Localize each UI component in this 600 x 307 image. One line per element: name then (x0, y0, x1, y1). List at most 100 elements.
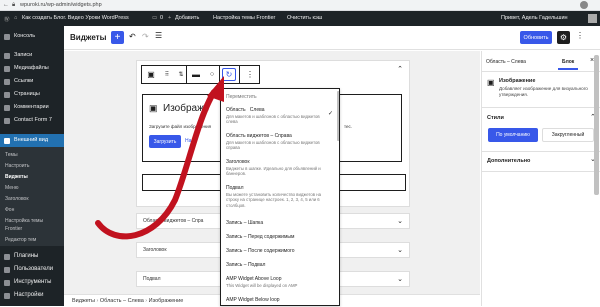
dropdown-option-amp-above[interactable]: AMP Widget Above Loop This Widget will b… (221, 276, 339, 288)
block-card-desc: Добавляет изображение для визуального ут… (499, 86, 588, 97)
block-description-tail: тес. (344, 124, 353, 129)
advanced-heading[interactable]: Дополнительно (487, 158, 530, 164)
clear-cache-link[interactable]: Очистить кэш (287, 15, 322, 21)
divider (482, 71, 600, 72)
lock-icon: 🔒︎ (12, 2, 16, 8)
link-icon (4, 79, 10, 85)
pin-icon (4, 53, 10, 59)
tab-block[interactable]: Блок (562, 59, 574, 65)
dashboard-icon (4, 34, 10, 40)
media-library-link[interactable]: На (185, 138, 191, 144)
comment-icon (4, 105, 10, 111)
move-to-area-icon[interactable]: ↻ (222, 68, 236, 81)
submenu-background[interactable]: Фон (0, 207, 64, 213)
dropdown-option-header[interactable]: Заголовок Виджеты в шапке. Идеально для … (221, 159, 339, 177)
wordpress-icon[interactable]: Ⓦ (4, 15, 10, 23)
site-name-link[interactable]: Как создать Блог. Видео Уроки WordPress (22, 15, 129, 21)
submenu-theme-settings-2[interactable]: Frontier (0, 226, 64, 232)
block-card-title: Изображение (499, 78, 536, 84)
dropdown-option-post-footer[interactable]: Запись – Подвал (221, 262, 339, 269)
brush-icon (4, 138, 10, 144)
add-new-link[interactable]: Добавить (175, 15, 199, 21)
chevron-down-icon[interactable]: ⌄ (397, 214, 403, 229)
divider (186, 66, 187, 83)
submenu-widgets[interactable]: Виджеты (0, 174, 64, 180)
divider (482, 107, 600, 108)
sidebar-item-tools[interactable]: Инструменты (0, 276, 64, 289)
user-icon (4, 267, 10, 273)
wrench-icon (4, 280, 10, 286)
divider (482, 151, 600, 152)
user-greeting[interactable]: Привет, Адель Гадельшин (501, 15, 568, 21)
submenu-menus[interactable]: Меню (0, 185, 64, 191)
list-view-icon[interactable]: ☰ (155, 31, 162, 40)
sidebar-item-comments[interactable]: Комментарии (0, 101, 64, 114)
home-icon: ⌂ (14, 15, 18, 21)
address-bar[interactable]: wpuroki.ru/wp-admin/widgets.php (20, 2, 102, 8)
page-title: Виджеты (70, 33, 107, 42)
sidebar-item-users[interactable]: Пользователи (0, 263, 64, 276)
submenu-header[interactable]: Заголовок (0, 196, 64, 202)
block-title: Изображе (163, 103, 210, 114)
upload-button[interactable]: Загрузить (149, 135, 181, 148)
settings-sidebar: Область – Слева Блок × ▣ Изображение Доб… (481, 51, 600, 306)
dropdown-option-right[interactable]: Область виджетов – Справа Для макетов и … (221, 133, 339, 151)
admin-bar: Ⓦ ⌂ Как создать Блог. Видео Уроки WordPr… (0, 11, 600, 26)
update-button[interactable]: Обновить (520, 31, 552, 44)
profile-avatar[interactable] (580, 1, 588, 9)
image-icon[interactable]: ▣ (143, 66, 159, 83)
sidebar-item-dashboard[interactable]: Консоль (0, 30, 64, 43)
circle-icon[interactable]: ○ (204, 66, 220, 83)
styles-heading[interactable]: Стили (487, 115, 504, 121)
options-icon[interactable]: ⋮ (576, 31, 584, 40)
sidebar-item-posts[interactable]: Записи (0, 49, 64, 62)
theme-settings-link[interactable]: Настройка темы Frontier (213, 15, 275, 21)
dropdown-option-amp-below[interactable]: AMP Widget Below loop (221, 297, 339, 304)
chevron-down-icon[interactable]: ⌄ (397, 243, 403, 258)
dropdown-option-post-after[interactable]: Запись – После содержимого (221, 248, 339, 255)
sidebar-item-media[interactable]: Медиафайлы (0, 62, 64, 75)
image-icon: ▣ (487, 78, 495, 87)
dropdown-option-post-before[interactable]: Запись – Перед содержимым (221, 234, 339, 241)
plus-icon: + (168, 15, 172, 21)
submenu-customize[interactable]: Настроить (0, 163, 64, 169)
comment-icon: ▭ (152, 15, 158, 21)
sidebar-item-settings[interactable]: Настройки (0, 289, 64, 302)
plugin-icon (4, 254, 10, 260)
dropdown-option-left[interactable]: Область Слева Для макетов и шаблонов с о… (221, 107, 339, 125)
editor-topbar: Виджеты + ↶ ↷ ☰ Обновить ⚙ ⋮ (64, 26, 600, 50)
redo-icon[interactable]: ↷ (142, 32, 149, 41)
tab-area[interactable]: Область – Слева (486, 59, 526, 65)
dropdown-scrollbar[interactable] (337, 91, 339, 141)
sidebar-item-appearance[interactable]: Внешний вид (0, 134, 64, 147)
breadcrumb-block[interactable]: Изображение (149, 298, 184, 304)
submenu-theme-settings[interactable]: Настройка темы (0, 218, 64, 224)
image-icon: ▣ (149, 103, 158, 113)
chevron-up-icon[interactable]: ⌃ (397, 65, 403, 73)
settings-icon (4, 293, 10, 299)
breadcrumb-area[interactable]: Область – Слева (100, 298, 144, 304)
style-rounded-button[interactable]: Закругленный (542, 128, 594, 142)
comments-count[interactable]: 0 (160, 15, 163, 21)
more-options-icon[interactable]: ⋮ (242, 66, 258, 83)
chevron-down-icon[interactable]: ⌄ (397, 272, 403, 287)
sidebar-item-links[interactable]: Ссылки (0, 75, 64, 88)
scrollbar[interactable] (594, 55, 599, 195)
media-icon (4, 66, 10, 72)
submenu-theme-editor[interactable]: Редактор тем (0, 237, 64, 243)
align-icon[interactable]: ▬ (188, 66, 204, 83)
avatar[interactable] (588, 14, 597, 23)
breadcrumb-widgets[interactable]: Виджеты (72, 298, 95, 304)
active-tab-indicator (558, 68, 578, 70)
settings-gear-icon[interactable]: ⚙ (557, 31, 570, 44)
undo-icon[interactable]: ↶ (129, 32, 136, 41)
sidebar-item-plugins[interactable]: Плагины (0, 250, 64, 263)
dropdown-option-post-header[interactable]: Запись – Шапка (221, 220, 339, 227)
add-block-button[interactable]: + (111, 31, 124, 44)
sidebar-item-contact-form[interactable]: Contact Form 7 (0, 114, 64, 127)
back-icon[interactable]: ← (3, 2, 9, 8)
style-default-button[interactable]: По умолчанию (488, 128, 538, 142)
sidebar-item-pages[interactable]: Страницы (0, 88, 64, 101)
dropdown-option-footer[interactable]: Подвал Вы можете установить количество в… (221, 185, 339, 208)
submenu-themes[interactable]: Темы (0, 152, 64, 158)
